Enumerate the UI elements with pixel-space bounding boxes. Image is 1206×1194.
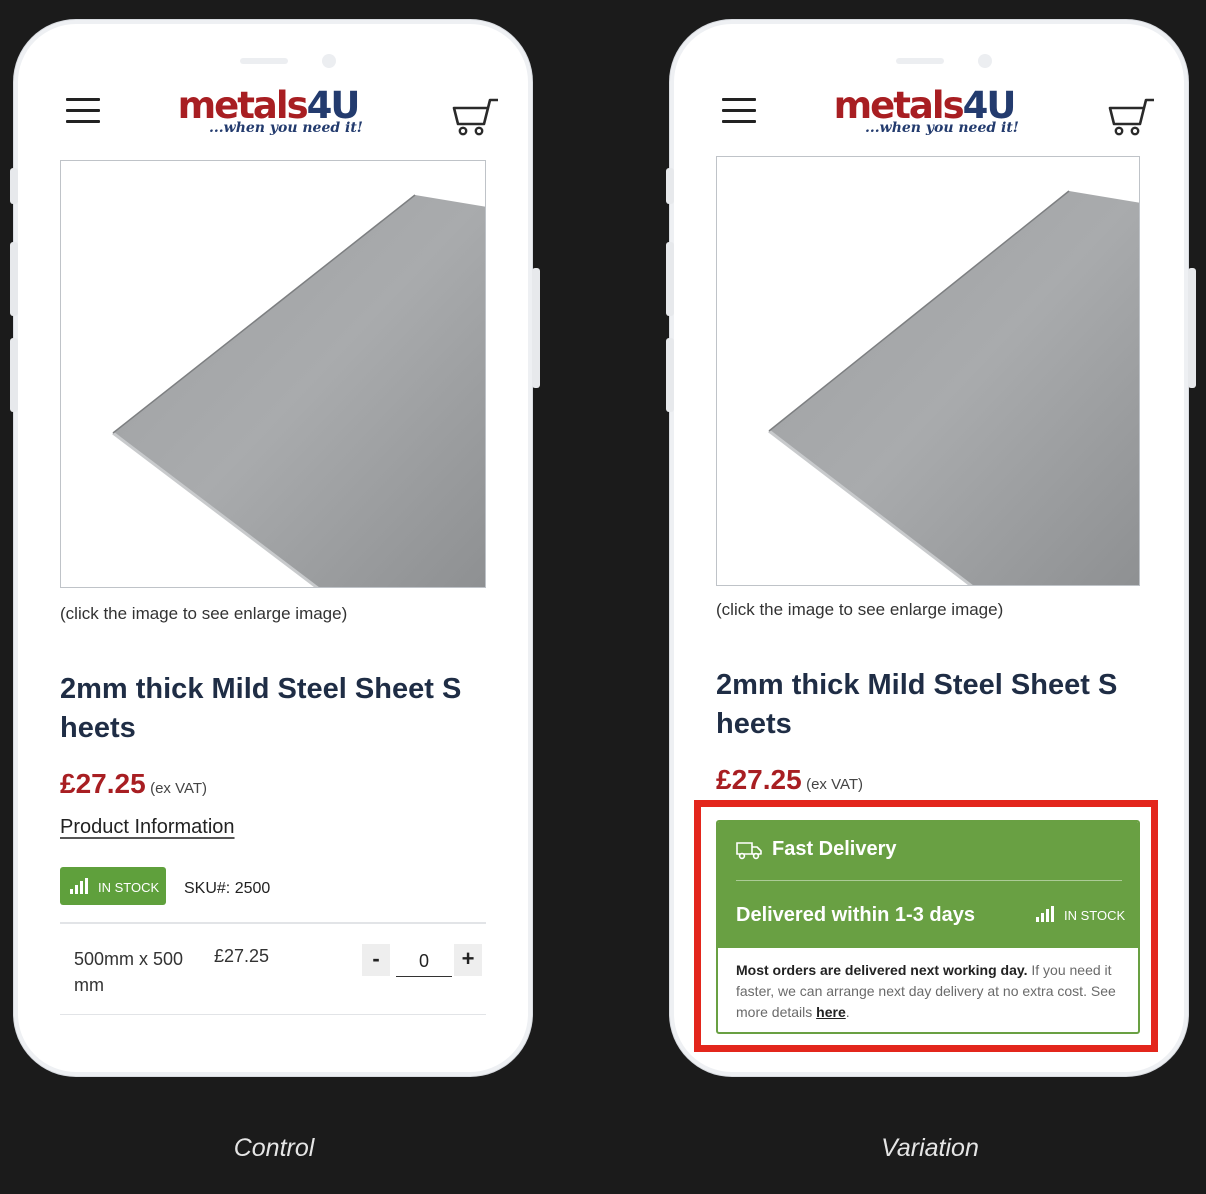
logo-tagline: ...when you need it! xyxy=(209,120,363,136)
row-divider-top xyxy=(60,922,486,924)
product-title: 2mm thick Mild Steel Sheet S heets xyxy=(60,673,462,744)
stock-badge-label: IN STOCK xyxy=(98,880,160,895)
row-divider-bottom xyxy=(60,1014,486,1015)
product-information-link[interactable]: Product Information xyxy=(60,816,235,839)
menu-icon[interactable] xyxy=(722,98,756,124)
variation-highlight-box xyxy=(694,800,1158,1052)
phone-power-button xyxy=(1188,268,1196,388)
phone-volume-down-button xyxy=(10,338,18,412)
product-price: £27.25 xyxy=(716,764,802,795)
signal-bars-icon xyxy=(70,878,88,894)
logo-tagline: ...when you need it! xyxy=(865,120,1019,136)
product-image[interactable] xyxy=(60,160,486,588)
variant-size: 500mm x 500 mm xyxy=(74,949,184,995)
product-price: £27.25 xyxy=(60,768,146,799)
cart-icon[interactable] xyxy=(452,96,500,138)
price-vat-note: (ex VAT) xyxy=(806,776,864,793)
product-image[interactable] xyxy=(716,156,1140,586)
quantity-decrease-button[interactable]: - xyxy=(362,944,390,976)
product-title: 2mm thick Mild Steel Sheet S heets xyxy=(716,669,1118,740)
price-vat-note: (ex VAT) xyxy=(150,780,208,797)
sku-label: SKU#: 2500 xyxy=(184,880,271,897)
quantity-input[interactable]: 0 xyxy=(396,948,452,977)
variant-price: £27.25 xyxy=(214,946,270,966)
image-hint: (click the image to see enlarge image) xyxy=(60,604,348,623)
caption-control: Control xyxy=(233,1134,315,1162)
site-logo[interactable]: metals4U ...when you need it! xyxy=(168,86,368,146)
quantity-increase-button[interactable]: + xyxy=(454,944,482,976)
menu-icon[interactable] xyxy=(66,98,100,124)
screen-control: metals4U ...when you need it! (click the… xyxy=(18,24,528,1072)
site-logo[interactable]: metals4U ...when you need it! xyxy=(824,86,1024,146)
phone-volume-down-button xyxy=(666,338,674,412)
image-hint: (click the image to see enlarge image) xyxy=(716,600,1004,619)
phone-volume-up-button xyxy=(10,242,18,316)
phone-control: metals4U ...when you need it! (click the… xyxy=(10,20,540,1076)
phone-mute-button xyxy=(10,168,18,204)
phone-mute-button xyxy=(666,168,674,204)
caption-variation: Variation xyxy=(881,1134,979,1162)
phone-volume-up-button xyxy=(666,242,674,316)
cart-icon[interactable] xyxy=(1108,96,1156,138)
phone-power-button xyxy=(532,268,540,388)
stock-badge: IN STOCK xyxy=(60,867,166,905)
